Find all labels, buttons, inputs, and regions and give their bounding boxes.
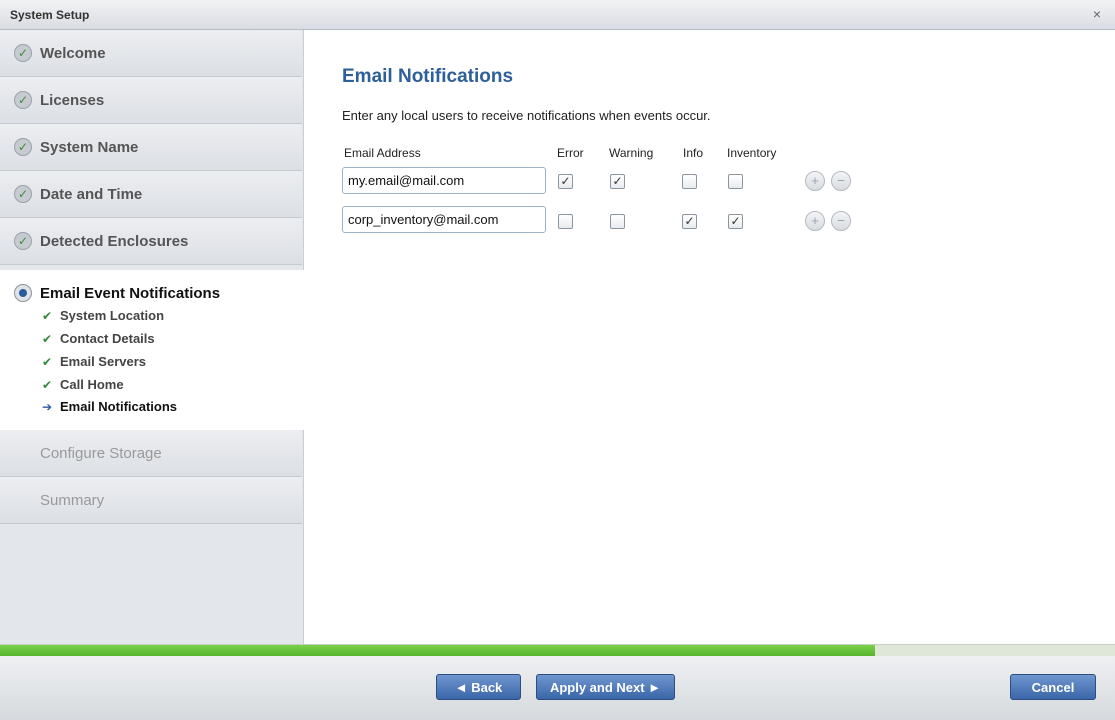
add-row-icon[interactable]: + [805, 211, 825, 231]
substep-contact-details[interactable]: ✔ Contact Details [42, 331, 155, 346]
checkmark-icon: ✔ [42, 354, 53, 369]
substep-email-notifications[interactable]: ➔ Email Notifications [42, 399, 177, 414]
column-header-inventory: Inventory [727, 146, 777, 160]
checkmark-icon: ✔ [42, 308, 53, 323]
column-header-error: Error [557, 146, 584, 160]
error-checkbox[interactable] [558, 214, 573, 229]
substep-email-servers[interactable]: ✔ Email Servers [42, 354, 146, 369]
arrow-right-icon: ➔ [42, 399, 53, 414]
cancel-button[interactable]: Cancel [1010, 674, 1096, 700]
close-icon[interactable]: × [1093, 6, 1101, 22]
inventory-checkbox[interactable]: ✓ [728, 214, 743, 229]
check-icon: ✓ [14, 185, 32, 203]
step-system-name[interactable]: ✓ System Name [0, 124, 302, 171]
step-licenses[interactable]: ✓ Licenses [0, 77, 302, 124]
step-label: Email Event Notifications [40, 284, 221, 302]
wizard-sidebar: ✓ Welcome ✓ Licenses ✓ System Name ✓ Dat… [0, 30, 304, 644]
step-summary: Summary [0, 477, 302, 524]
step-label: System Name [40, 138, 139, 156]
inventory-checkbox[interactable] [728, 174, 743, 189]
check-icon: ✓ [14, 91, 32, 109]
step-configure-storage: Configure Storage [0, 430, 302, 477]
step-label: Licenses [40, 91, 105, 109]
checkmark-icon: ✔ [42, 331, 53, 346]
substep-label: Email Servers [60, 354, 147, 369]
main-panel: Email Notifications Enter any local user… [304, 30, 1115, 644]
column-header-info: Info [683, 146, 704, 160]
substep-label: System Location [60, 308, 165, 323]
remove-row-icon[interactable]: − [831, 171, 851, 191]
error-checkbox[interactable]: ✓ [558, 174, 573, 189]
apply-and-next-button[interactable]: Apply and Next ► [536, 674, 675, 700]
email-field[interactable] [342, 167, 546, 194]
step-email-event-notifications[interactable]: Email Event Notifications [14, 284, 220, 302]
current-step-icon [14, 284, 32, 302]
step-date-and-time[interactable]: ✓ Date and Time [0, 171, 302, 218]
warning-checkbox[interactable] [610, 214, 625, 229]
info-checkbox[interactable]: ✓ [682, 214, 697, 229]
substep-system-location[interactable]: ✔ System Location [42, 308, 164, 323]
page-title: Email Notifications [342, 66, 514, 87]
remove-row-icon[interactable]: − [831, 211, 851, 231]
check-icon: ✓ [14, 232, 32, 250]
wizard-footer: ◄ Back Apply and Next ► Cancel [0, 656, 1115, 720]
progress-fill [0, 645, 876, 656]
active-step-panel: Email Event Notifications ✔ System Locat… [0, 270, 304, 430]
step-label: Configure Storage [40, 444, 162, 462]
info-checkbox[interactable] [682, 174, 697, 189]
substep-label: Call Home [60, 377, 124, 392]
email-field[interactable] [342, 206, 546, 233]
page-description: Enter any local users to receive notific… [342, 108, 711, 123]
substep-label: Email Notifications [60, 399, 178, 414]
step-detected-enclosures[interactable]: ✓ Detected Enclosures [0, 218, 302, 265]
check-icon: ✓ [14, 44, 32, 62]
step-label: Date and Time [40, 185, 143, 203]
substep-label: Contact Details [60, 331, 155, 346]
substep-call-home[interactable]: ✔ Call Home [42, 377, 124, 392]
title-bar: System Setup × [0, 0, 1115, 30]
step-welcome[interactable]: ✓ Welcome [0, 30, 302, 77]
step-label: Summary [40, 491, 105, 509]
wizard-progress-bar [0, 644, 1115, 656]
add-row-icon[interactable]: + [805, 171, 825, 191]
column-header-warning: Warning [609, 146, 654, 160]
column-header-email: Email Address [344, 146, 421, 160]
step-label: Detected Enclosures [40, 232, 189, 250]
window-title: System Setup [10, 8, 90, 22]
check-icon: ✓ [14, 138, 32, 156]
warning-checkbox[interactable]: ✓ [610, 174, 625, 189]
back-button[interactable]: ◄ Back [436, 674, 521, 700]
step-label: Welcome [40, 44, 106, 62]
checkmark-icon: ✔ [42, 377, 53, 392]
